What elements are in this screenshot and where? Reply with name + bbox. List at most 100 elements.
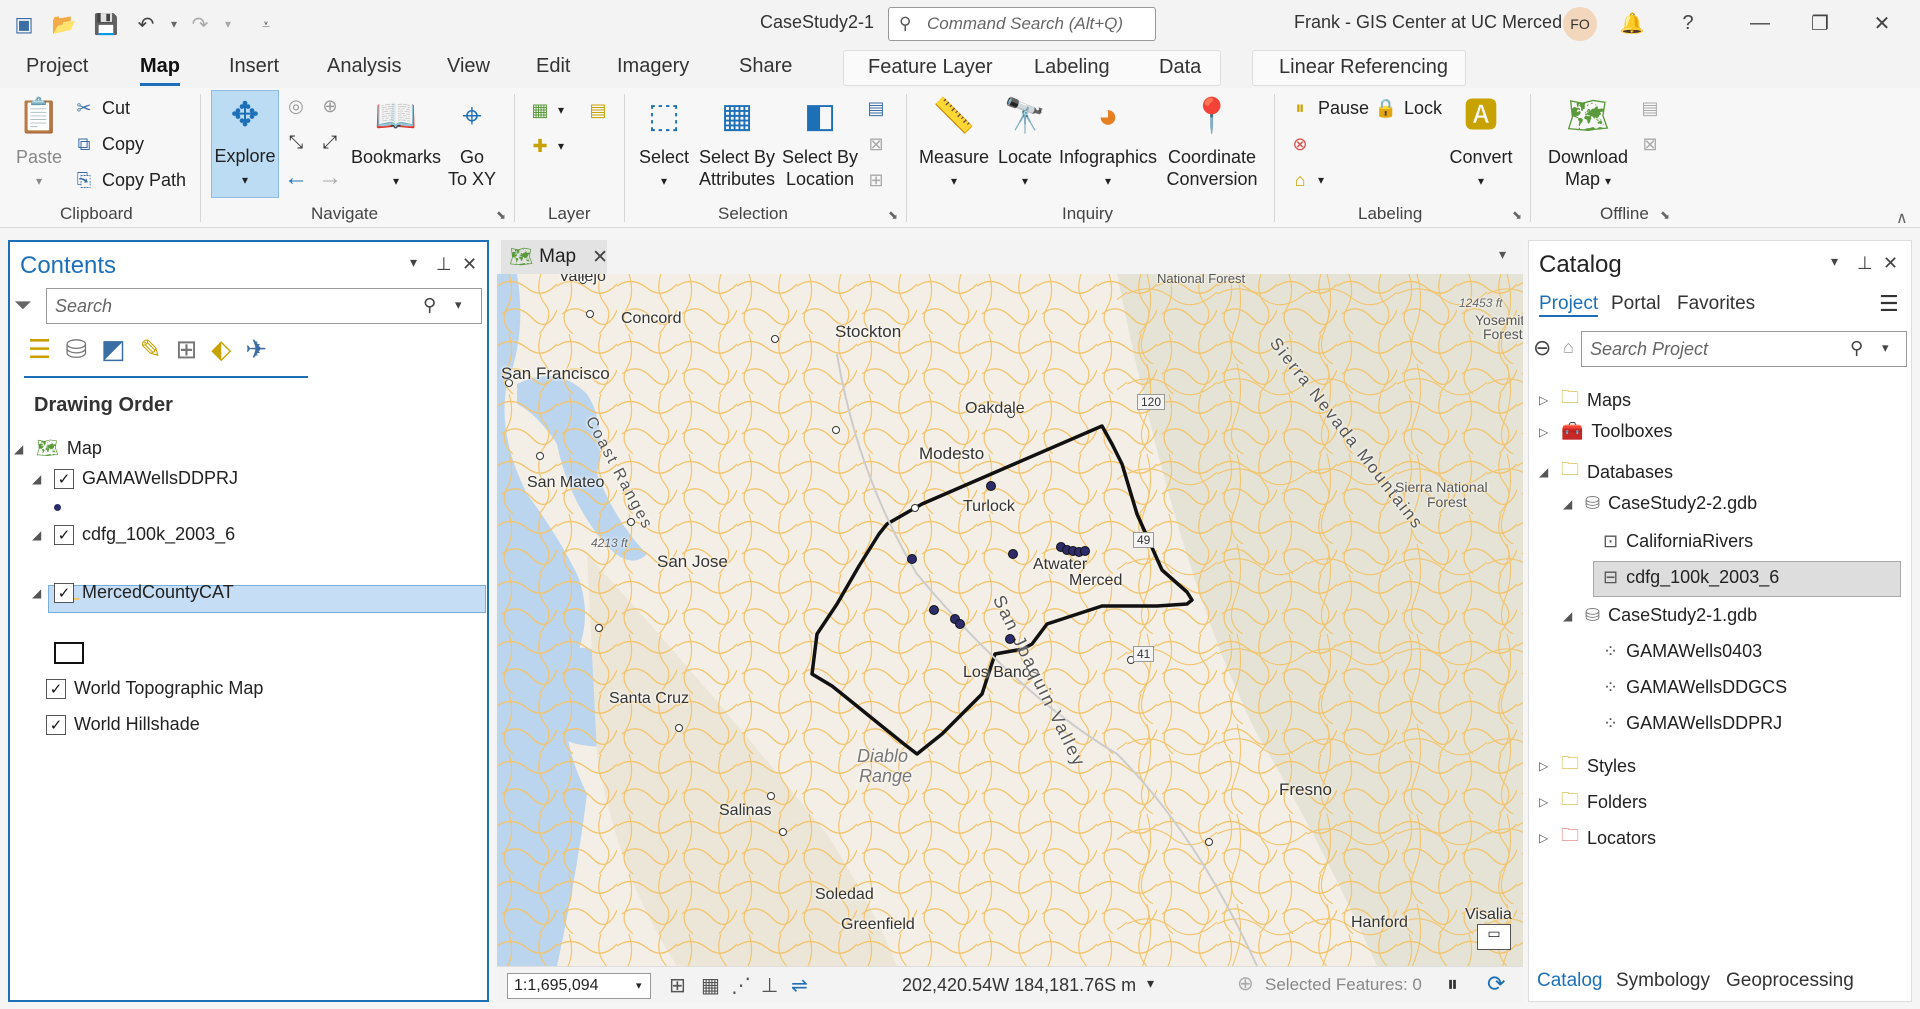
collapsed-triangle-icon[interactable]: ▷ (1539, 831, 1553, 845)
open-project-icon[interactable]: 📂 (50, 10, 78, 38)
collapsed-triangle-icon[interactable]: ▷ (1539, 393, 1553, 407)
collapsed-triangle-icon[interactable]: ▷ (1539, 795, 1553, 809)
close-icon[interactable]: ✕ (462, 254, 477, 275)
well-point[interactable] (929, 605, 939, 615)
layer-world-topo[interactable]: ✓ World Topographic Map (46, 678, 263, 699)
zoom-in-arrows-icon[interactable]: ⤡ (284, 130, 308, 154)
catalog-item-california-rivers[interactable]: ⊡ CaliforniaRivers (1603, 531, 1753, 552)
grid-icon[interactable]: ▦ (701, 973, 720, 998)
catalog-item-folders[interactable]: ▷ 🗀 Folders (1539, 787, 1647, 817)
layer-gamawells[interactable]: ◢ ✓ GAMAWellsDDPRJ (32, 468, 238, 489)
command-search-input[interactable]: ⚲ Command Search (Alt+Q) (888, 7, 1156, 41)
add-data-button[interactable]: ▦ ▾ (528, 98, 564, 122)
tab-analysis[interactable]: Analysis (327, 55, 401, 78)
tab-feature-layer[interactable]: Feature Layer (868, 56, 993, 79)
help-icon[interactable]: ? (1668, 8, 1708, 38)
fixed-zoom-icon[interactable]: ⊕ (318, 94, 342, 118)
chevron-down-icon[interactable]: ▾ (1882, 340, 1889, 356)
catalog-tab-project[interactable]: Project (1539, 293, 1599, 317)
collapse-ribbon-icon[interactable]: ∧ (1896, 208, 1908, 228)
map-canvas[interactable]: Vallejo Concord Stockton San Francisco O… (497, 274, 1523, 966)
catalog-item-gdb1[interactable]: ◢ ⛁ CaseStudy2-1.gdb (1563, 605, 1757, 626)
bookmarks-button[interactable]: 📖 Bookmarks ▾ (350, 92, 442, 192)
correction-icon[interactable]: ⇌ (791, 973, 808, 998)
basemap-button[interactable]: ▤ (586, 98, 610, 122)
catalog-tab-favorites[interactable]: Favorites (1677, 293, 1755, 315)
add-graphics-layer-button[interactable]: ✚ ▾ (528, 134, 564, 158)
pause-labeling-button[interactable]: ⏸ Pause (1288, 96, 1370, 120)
labeling-view-icon[interactable]: ⬖ (211, 334, 231, 374)
map-tips-icon[interactable]: ▭ (1477, 924, 1511, 950)
undo-dropdown-icon[interactable]: ▾ (160, 10, 188, 38)
catalog-item-locators[interactable]: ▷ 🗀 Locators (1539, 823, 1656, 853)
convert-button[interactable]: 🅰 Convert ▾ (1448, 92, 1514, 192)
dock-tab-geoprocessing[interactable]: Geoprocessing (1726, 970, 1854, 992)
tab-view[interactable]: View (447, 55, 490, 78)
catalog-item-toolboxes[interactable]: ▷ 🧰 Toolboxes (1539, 421, 1672, 442)
catalog-item-gdb2[interactable]: ◢ ⛁ CaseStudy2-2.gdb (1563, 493, 1757, 514)
new-project-icon[interactable]: ▣ (10, 10, 38, 38)
coordinate-conversion-button[interactable]: 📍 Coordinate Conversion (1164, 92, 1260, 190)
constraints-icon[interactable]: ⊥ (761, 973, 778, 998)
scale-selector[interactable]: 1:1,695,094 ▾ (507, 973, 651, 999)
perspective-imagery-icon[interactable]: ✈ (245, 334, 267, 374)
tab-map-view[interactable]: 🗺 Map ✕ (501, 240, 608, 274)
layer-cdfg[interactable]: ◢ ✓ cdfg_100k_2003_6 (32, 524, 235, 545)
pin-icon[interactable]: ⊥ (1857, 253, 1873, 274)
undo-icon[interactable]: ↶ (132, 10, 160, 38)
infographics-button[interactable]: ◕ Infographics ▾ (1054, 92, 1162, 192)
dock-tab-catalog[interactable]: Catalog (1537, 970, 1603, 992)
refresh-icon[interactable]: ⟳ (1487, 971, 1505, 997)
tab-edit[interactable]: Edit (536, 55, 570, 78)
tab-data[interactable]: Data (1159, 56, 1201, 79)
chevron-down-icon[interactable]: ▾ (455, 297, 462, 313)
collapsed-triangle-icon[interactable]: ▷ (1539, 425, 1553, 439)
visibility-checkbox[interactable]: ✓ (46, 714, 66, 735)
expand-triangle-icon[interactable]: ◢ (1539, 465, 1553, 479)
copy-path-button[interactable]: ⎘ Copy Path (72, 168, 186, 192)
well-point[interactable] (1008, 549, 1018, 559)
expand-triangle-icon[interactable]: ◢ (1563, 497, 1577, 511)
layer-merced-county[interactable]: ◢ ✓ MercedCountyCAT (32, 582, 234, 603)
expand-triangle-icon[interactable]: ◢ (32, 586, 46, 600)
signed-in-user[interactable]: Frank - GIS Center at UC Merced (1294, 12, 1562, 33)
tab-share[interactable]: Share (739, 55, 792, 78)
filter-icon[interactable]: ⏷ (14, 292, 32, 318)
hamburger-menu-icon[interactable]: ☰ (1879, 291, 1899, 317)
attributes-icon[interactable]: ▤ (864, 96, 888, 120)
avatar[interactable]: FO (1563, 7, 1597, 41)
catalog-search-input[interactable]: Search Project ⚲ ▾ (1581, 331, 1907, 367)
measure-button[interactable]: 📏 Measure ▾ (916, 92, 992, 192)
chevron-down-icon[interactable]: ▾ (1499, 246, 1506, 263)
fixed-extent-icon[interactable]: ⊞ (669, 973, 686, 998)
redo-dropdown-icon[interactable]: ▾ (214, 10, 242, 38)
zoom-out-arrows-icon[interactable]: ⤢ (318, 130, 342, 154)
paste-button[interactable]: 📋 Paste ▾ (12, 92, 66, 192)
selection-launcher-icon[interactable]: ⬊ (888, 208, 898, 222)
catalog-item-wellsddprj[interactable]: ⁘ GAMAWellsDDPRJ (1603, 713, 1782, 734)
expand-triangle-icon[interactable]: ◢ (32, 472, 46, 486)
expand-triangle-icon[interactable]: ◢ (14, 442, 28, 456)
explore-button[interactable]: ✥ Explore ▾ (211, 90, 279, 198)
save-project-icon[interactable]: 💾 (92, 10, 120, 38)
tab-imagery[interactable]: Imagery (617, 55, 689, 78)
contents-search-input[interactable]: Search ⚲ ▾ (46, 288, 482, 324)
redo-icon[interactable]: ↷ (186, 10, 214, 38)
sync-icon[interactable]: ▤ (1638, 96, 1662, 120)
well-point[interactable] (907, 554, 917, 564)
tab-map[interactable]: Map (140, 55, 180, 86)
well-point[interactable] (955, 619, 965, 629)
expand-triangle-icon[interactable]: ◢ (1563, 609, 1577, 623)
minimize-icon[interactable]: — (1740, 8, 1780, 38)
close-icon[interactable]: ✕ (1883, 253, 1898, 274)
well-point[interactable] (1005, 634, 1015, 644)
tab-linear-referencing[interactable]: Linear Referencing (1279, 56, 1448, 79)
next-extent-icon[interactable]: → (318, 164, 342, 191)
catalog-item-styles[interactable]: ▷ 🗀 Styles (1539, 751, 1636, 781)
catalog-item-cdfg[interactable]: ⊟ cdfg_100k_2003_6 (1603, 567, 1779, 588)
customize-qat-icon[interactable]: ⩡ (252, 10, 280, 38)
cut-button[interactable]: ✂ Cut (72, 96, 130, 120)
catalog-tab-portal[interactable]: Portal (1611, 293, 1661, 315)
tab-insert[interactable]: Insert (229, 55, 279, 78)
point-symbol[interactable] (54, 504, 61, 511)
